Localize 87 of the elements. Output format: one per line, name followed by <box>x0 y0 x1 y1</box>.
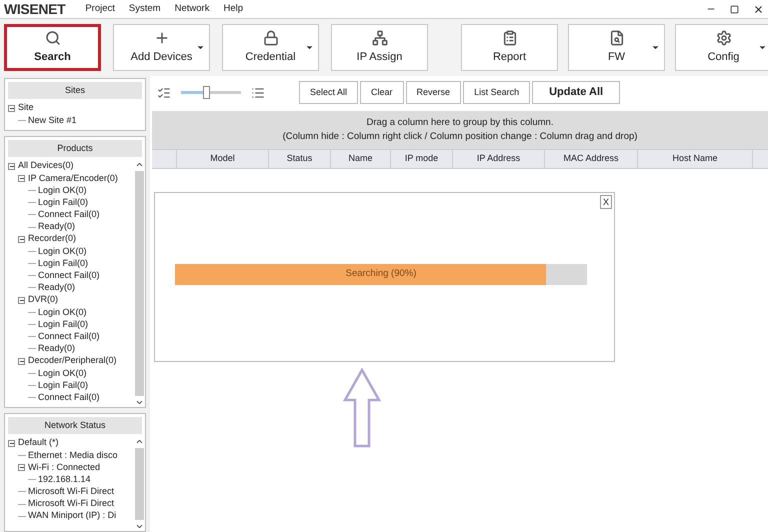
scrollbar[interactable] <box>134 437 145 531</box>
tree-item[interactable]: Microsoft Wi-Fi Direct <box>28 497 114 511</box>
group-hint: (Column hide : Column right click / Column position change : Column drag and drop) <box>282 130 638 144</box>
toolbar-button[interactable]: Search <box>4 24 101 71</box>
tree-item[interactable]: Connect Fail(0) <box>38 330 100 344</box>
panel-title: Network Status <box>8 417 142 434</box>
detail-view-icon[interactable] <box>157 86 171 100</box>
tree-item[interactable]: Ready(0) <box>38 220 76 234</box>
toolbar-button[interactable]: Report <box>461 24 558 71</box>
tree-item[interactable]: Ready(0) <box>38 342 76 356</box>
tree-item[interactable]: Login OK(0) <box>38 184 87 198</box>
close-button[interactable]: X <box>600 195 612 209</box>
slider-thumb[interactable] <box>203 86 210 99</box>
tree-item[interactable]: IP Camera/Encoder(0) <box>28 172 118 186</box>
list-view-icon[interactable] <box>251 86 265 100</box>
menu-item[interactable]: Help <box>223 2 243 16</box>
tree-item[interactable]: Login Fail(0) <box>38 196 88 210</box>
document-search-icon <box>608 30 624 46</box>
scroll-down-icon <box>135 522 144 531</box>
progress-label: Searching (90%) <box>344 267 418 282</box>
column-header[interactable]: Name <box>331 150 391 168</box>
group-hint: Drag a column here to group by this column. <box>366 116 554 130</box>
scroll-up-icon <box>135 437 144 446</box>
tree-item[interactable]: Recorder(0) <box>28 232 76 246</box>
tree-item[interactable]: Login Fail(0) <box>38 318 88 332</box>
tree-item[interactable]: Ready(0) <box>38 281 76 295</box>
toolbar-button[interactable]: List Search <box>463 81 530 104</box>
tree-item[interactable]: Site <box>18 102 34 115</box>
toolbar-button[interactable]: Update All <box>532 81 620 104</box>
settings-icon <box>716 30 732 46</box>
toolbar-button[interactable]: Add Devices <box>113 24 210 71</box>
tree-item[interactable]: All Devices(0) <box>18 160 74 173</box>
tree-item[interactable]: Microsoft Wi-Fi Direct <box>28 485 114 499</box>
collapse-icon[interactable] <box>18 464 25 471</box>
tree-item[interactable]: Default (*) <box>18 437 59 450</box>
toolbar-button[interactable]: Clear <box>360 81 404 104</box>
collapse-icon[interactable] <box>18 236 25 243</box>
column-header[interactable]: Host Name <box>638 150 753 168</box>
tree-item[interactable]: 192.168.1.14 <box>38 472 91 486</box>
tree-item[interactable]: Decoder/Peripheral(0) <box>28 354 117 368</box>
toolbar-button[interactable]: Select All <box>299 81 358 104</box>
menu-item[interactable]: Project <box>85 2 115 16</box>
collapse-icon[interactable] <box>8 162 15 170</box>
scrollbar[interactable] <box>134 160 145 407</box>
tree-item[interactable]: Connect Fail(0) <box>38 208 100 222</box>
lock-icon <box>262 30 278 46</box>
plus-icon <box>154 30 170 46</box>
column-header[interactable]: MAC Address <box>545 150 638 168</box>
scroll-up-icon <box>135 160 144 169</box>
collapse-icon[interactable] <box>18 296 25 304</box>
tree-item[interactable]: Connect Fail(0) <box>38 269 100 283</box>
toolbar-button[interactable]: IP Assign <box>331 24 428 71</box>
network-icon <box>372 30 388 46</box>
column-header[interactable]: Status <box>269 150 331 168</box>
collapse-icon[interactable] <box>8 104 15 112</box>
column-header[interactable]: IP mode <box>391 150 453 168</box>
search-icon <box>44 30 60 46</box>
close-icon[interactable] <box>753 4 764 14</box>
tree-item[interactable]: Ethernet : Media disco <box>28 448 118 462</box>
toolbar-button[interactable]: Reverse <box>406 81 462 104</box>
menu-item[interactable]: System <box>128 2 161 16</box>
tree-item[interactable]: Wi-Fi : Connected <box>28 460 100 474</box>
tree-item[interactable]: Login Fail(0) <box>38 256 88 270</box>
toolbar-button[interactable]: Credential <box>222 24 319 71</box>
tree-item[interactable]: Connect Fail(0) <box>38 390 100 404</box>
toolbar-button[interactable]: FW <box>568 24 665 71</box>
scroll-down-icon <box>135 398 144 407</box>
tree-item[interactable]: DVR(0) <box>28 293 58 307</box>
tree-item[interactable]: Login OK(0) <box>38 306 87 320</box>
panel-title: Products <box>8 140 142 157</box>
toolbar-button[interactable]: Config <box>675 24 768 71</box>
collapse-icon[interactable] <box>18 358 25 365</box>
column-header[interactable]: IP Address <box>453 150 545 168</box>
collapse-icon[interactable] <box>8 440 15 447</box>
clipboard-icon <box>502 30 518 46</box>
collapse-icon[interactable] <box>18 174 25 182</box>
tree-item[interactable]: New Site #1 <box>28 114 77 128</box>
tree-item[interactable]: Login OK(0) <box>38 366 87 380</box>
maximize-icon[interactable] <box>730 4 739 14</box>
menu-item[interactable]: Network <box>174 2 210 16</box>
panel-title: Sites <box>8 82 142 99</box>
app-logo: WISENET <box>4 0 66 18</box>
tree-item[interactable]: Login Fail(0) <box>38 378 88 392</box>
tree-item[interactable]: WAN Miniport (IP) : Di <box>28 509 116 523</box>
column-header[interactable]: Model <box>177 150 269 168</box>
tree-item[interactable]: Login OK(0) <box>38 244 87 258</box>
zoom-slider[interactable] <box>178 86 244 100</box>
